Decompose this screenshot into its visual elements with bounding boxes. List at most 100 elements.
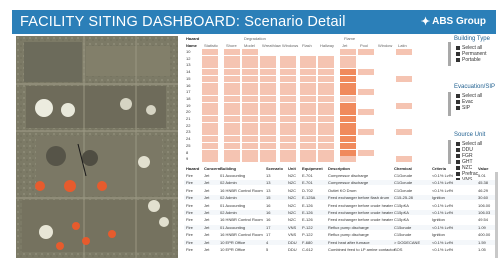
- grid-cell[interactable]: [242, 49, 258, 55]
- checkbox-checked-icon[interactable]: [456, 46, 460, 50]
- checkbox-checked-icon[interactable]: [456, 106, 460, 110]
- grid-cell[interactable]: [242, 136, 258, 143]
- grid-cell[interactable]: [300, 116, 316, 122]
- grid-cell[interactable]: [242, 129, 258, 136]
- grid-cell[interactable]: [340, 156, 356, 163]
- checkbox-checked-icon[interactable]: [456, 142, 460, 146]
- filter-checkbox-item[interactable]: Portable: [456, 57, 481, 63]
- grid-cell[interactable]: [340, 102, 356, 109]
- checkbox-checked-icon[interactable]: [456, 154, 460, 158]
- grid-cell[interactable]: [260, 149, 276, 156]
- table-row[interactable]: Fire Jet 10 EPR Office 5 DDU C-612 Combined fe…: [184, 247, 498, 252]
- grid-cell[interactable]: [280, 122, 296, 129]
- grid-cell[interactable]: [260, 129, 276, 136]
- grid-cell[interactable]: [260, 75, 276, 82]
- filter-scrollbar[interactable]: [448, 140, 451, 164]
- grid-cell[interactable]: [224, 75, 240, 82]
- grid-cell[interactable]: [202, 75, 218, 82]
- grid-cell[interactable]: [358, 69, 374, 76]
- grid-cell[interactable]: [202, 62, 218, 69]
- grid-cell[interactable]: [318, 62, 334, 69]
- checkbox-checked-icon[interactable]: [456, 148, 460, 152]
- grid-cell[interactable]: [318, 75, 334, 82]
- grid-cell[interactable]: [318, 95, 334, 102]
- grid-cell[interactable]: [318, 122, 334, 129]
- grid-cell[interactable]: [300, 136, 316, 143]
- grid-cell[interactable]: [300, 75, 316, 82]
- grid-cell[interactable]: [242, 149, 258, 156]
- grid-cell[interactable]: [340, 136, 356, 143]
- grid-cell[interactable]: [280, 102, 296, 109]
- filter-scrollbar[interactable]: [448, 92, 451, 116]
- grid-cell[interactable]: [224, 109, 240, 116]
- grid-cell[interactable]: [300, 95, 316, 102]
- table-row[interactable]: Fire Jet 16 HNBR Control Room 17 VNS P-122 Ref…: [184, 232, 498, 237]
- grid-cell[interactable]: [242, 75, 258, 82]
- grid-cell[interactable]: [242, 62, 258, 69]
- table-row[interactable]: Fire Jet 02 Admin 16 N2C E-126 Feed exchanger …: [184, 210, 498, 215]
- grid-cell[interactable]: [300, 69, 316, 76]
- grid-cell[interactable]: [318, 142, 334, 149]
- grid-cell[interactable]: [358, 49, 374, 55]
- grid-cell[interactable]: [224, 62, 240, 69]
- grid-cell[interactable]: [280, 62, 296, 69]
- grid-cell[interactable]: [202, 69, 218, 76]
- grid-cell[interactable]: [242, 142, 258, 149]
- table-row[interactable]: Fire Jet 01 Accounting 16 N2C E-126 Feed excha…: [184, 203, 498, 208]
- grid-cell[interactable]: [224, 149, 240, 156]
- grid-cell[interactable]: [300, 82, 316, 89]
- grid-cell[interactable]: [280, 55, 296, 62]
- grid-cell[interactable]: [202, 142, 218, 149]
- grid-cell[interactable]: [340, 109, 356, 116]
- grid-cell[interactable]: [340, 62, 356, 69]
- grid-cell[interactable]: [202, 136, 218, 143]
- grid-cell[interactable]: [224, 69, 240, 76]
- table-column-header[interactable]: Criteria: [432, 166, 446, 171]
- grid-cell[interactable]: [260, 55, 276, 62]
- table-row[interactable]: Fire Jet 02 Admin 15 N2C E-125A Feed exchanger…: [184, 195, 498, 201]
- grid-cell[interactable]: [224, 136, 240, 143]
- table-row[interactable]: Fire Jet 16 HNBR Control Room 16 N2C E-126 Fee…: [184, 217, 498, 222]
- grid-cell[interactable]: [340, 75, 356, 82]
- grid-cell[interactable]: [224, 49, 240, 55]
- filter-scrollbar[interactable]: [448, 42, 451, 66]
- table-column-header[interactable]: Unit: [288, 166, 296, 171]
- grid-cell[interactable]: [300, 102, 316, 109]
- grid-cell[interactable]: [358, 129, 374, 136]
- grid-cell[interactable]: [224, 82, 240, 89]
- grid-cell[interactable]: [260, 109, 276, 116]
- table-column-header[interactable]: Building: [220, 166, 236, 171]
- grid-cell[interactable]: [260, 95, 276, 102]
- grid-cell[interactable]: [242, 102, 258, 109]
- grid-cell[interactable]: [340, 122, 356, 129]
- filter-checkbox-item[interactable]: SIP: [456, 105, 470, 111]
- grid-cell[interactable]: [340, 89, 356, 96]
- grid-cell[interactable]: [300, 89, 316, 96]
- grid-cell[interactable]: [340, 116, 356, 122]
- table-row[interactable]: Fire Jet 01 Accounting 13 N2C E-701 Compressor…: [184, 173, 498, 178]
- grid-cell[interactable]: [358, 149, 374, 156]
- grid-cell[interactable]: [242, 82, 258, 89]
- grid-cell[interactable]: [280, 95, 296, 102]
- grid-cell[interactable]: [260, 142, 276, 149]
- grid-cell[interactable]: [224, 89, 240, 96]
- grid-cell[interactable]: [242, 89, 258, 96]
- grid-cell[interactable]: [280, 142, 296, 149]
- grid-cell[interactable]: [202, 95, 218, 102]
- grid-cell[interactable]: [202, 122, 218, 129]
- grid-cell[interactable]: [340, 95, 356, 102]
- grid-cell[interactable]: [242, 109, 258, 116]
- grid-cell[interactable]: [260, 62, 276, 69]
- grid-cell[interactable]: [300, 142, 316, 149]
- grid-cell[interactable]: [280, 82, 296, 89]
- grid-cell[interactable]: [300, 55, 316, 62]
- table-row[interactable]: Fire Jet 16 HNBR Control Room 13 N2C D-702 Out…: [184, 188, 498, 193]
- grid-cell[interactable]: [242, 156, 258, 163]
- grid-cell[interactable]: [318, 109, 334, 116]
- grid-cell[interactable]: [318, 69, 334, 76]
- table-column-header[interactable]: Scenario: [266, 166, 283, 171]
- grid-cell[interactable]: [224, 116, 240, 122]
- grid-cell[interactable]: [318, 156, 334, 163]
- grid-cell[interactable]: [202, 109, 218, 116]
- grid-cell[interactable]: [260, 122, 276, 129]
